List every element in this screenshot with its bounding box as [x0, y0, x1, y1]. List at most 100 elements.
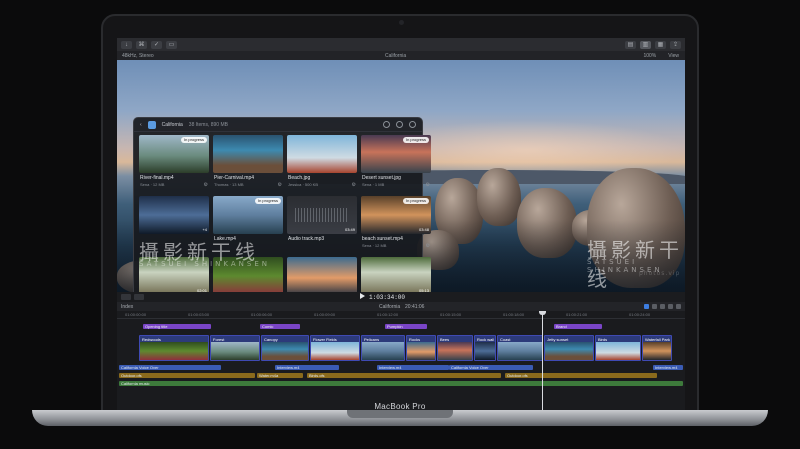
media-name: Audio track.mp3 [288, 236, 325, 242]
media-thumbnail [287, 257, 357, 292]
laptop-lid: ↓ ⌘ ✓ ▭ ▤ ▥ ▦ ⇪ 48kHz, Stereo California… [101, 14, 699, 416]
project-duration: 20:41:06 [405, 303, 425, 310]
viewer-options-icon[interactable] [121, 294, 131, 300]
status-badge: In progress [402, 198, 429, 204]
media-card[interactable]: Pier-Carnival.mp4 Thomas · 13 MB ⚙ [213, 135, 283, 189]
ruler-tick: 01:00:03:00 [188, 312, 210, 317]
voiceover-clip[interactable]: California Voice Over [449, 365, 533, 370]
media-meta: Sena · 1 MB [362, 182, 385, 187]
snapping-icon[interactable] [644, 304, 649, 309]
screen: ↓ ⌘ ✓ ▭ ▤ ▥ ▦ ⇪ 48kHz, Stereo California… [117, 38, 685, 412]
timeline-header: Index California 20:41:06 [117, 302, 685, 311]
title-clip[interactable]: Brand [554, 324, 602, 329]
refresh-icon[interactable] [383, 121, 390, 128]
media-card[interactable]: 03:49 Audio track.mp3 [287, 196, 357, 250]
timeline-ruler: 01:00:00:00 01:00:03:00 01:00:06:00 01:00:0… [117, 311, 685, 319]
clip-appearance-icon[interactable] [676, 304, 681, 309]
audio-skimming-icon[interactable] [660, 304, 665, 309]
media-thumbnail [287, 135, 357, 173]
media-name: beach sunset.mp4 [362, 236, 403, 242]
music-clip[interactable]: California music [119, 381, 683, 386]
ruler-tick: 01:00:12:00 [377, 312, 399, 317]
skimming-icon[interactable] [652, 304, 657, 309]
media-card[interactable]: In progress River-final.mp4 Sena · 12 MB ⚙ [139, 135, 209, 189]
video-clip[interactable]: Rocks [406, 335, 436, 361]
settings-icon[interactable]: ⚙ [426, 182, 430, 188]
keyword-icon[interactable]: ⌘ [136, 40, 147, 49]
settings-icon[interactable]: ⚙ [204, 182, 208, 188]
media-name: Pier-Carnival.mp4 [214, 175, 255, 181]
video-clip[interactable]: Bees [437, 335, 473, 361]
layout-icon[interactable]: ▤ [625, 40, 636, 49]
settings-icon[interactable]: ⚙ [352, 182, 356, 188]
video-clip[interactable]: Forest [210, 335, 260, 361]
video-clip[interactable]: Canopy [261, 335, 309, 361]
camera [399, 20, 404, 25]
clip-filmstrip [211, 342, 259, 360]
media-thumbnail: +4 [139, 196, 209, 234]
timeline: 01:00:00:00 01:00:03:00 01:00:06:00 01:00:0… [117, 311, 685, 412]
browser-header: ‹ California 38 Items, 890 MB [134, 118, 422, 132]
sound-effect-clip[interactable]: Outdoor.ofs [119, 373, 255, 378]
video-clip[interactable]: Birds [595, 335, 641, 361]
media-card[interactable]: In progress 03:48 beach sunset.mp4 Sena · 1… [361, 196, 431, 250]
base-notch [347, 410, 453, 418]
voiceover-clip[interactable]: Interview.m4 [653, 365, 683, 370]
voiceover-clip[interactable]: Interview.m4 [377, 365, 449, 370]
clip-filmstrip [475, 342, 495, 360]
status-badge: In progress [402, 137, 429, 143]
media-card[interactable]: 05:13 [361, 257, 431, 292]
grid-icon[interactable] [396, 121, 403, 128]
index-button[interactable]: Index [121, 304, 133, 310]
back-icon[interactable]: ‹ [140, 122, 142, 128]
video-clip[interactable]: Rock wall [474, 335, 496, 361]
media-thumbnail: In progress [361, 135, 431, 173]
media-thumbnail [213, 135, 283, 173]
export-icon[interactable]: ⇪ [670, 40, 681, 49]
media-thumbnail: In progress 03:48 [361, 196, 431, 234]
ruler-tick: 01:00:09:00 [314, 312, 336, 317]
app-icon [147, 120, 156, 129]
tool-icon[interactable] [134, 294, 144, 300]
video-clip[interactable]: Waterfall Park [642, 335, 672, 361]
media-grid: In progress River-final.mp4 Sena · 12 MB ⚙ P… [139, 135, 431, 292]
media-card[interactable]: Beach.jpg Jessica · 500 KB ⚙ [287, 135, 357, 189]
clip-filmstrip [643, 342, 671, 360]
clip-filmstrip [498, 342, 542, 360]
play-icon[interactable] [360, 293, 365, 299]
title-clip[interactable]: Pumpkin [385, 324, 427, 329]
media-meta: Sena · 12 MB [140, 182, 165, 187]
settings-icon[interactable]: ⚙ [426, 243, 430, 249]
video-clip[interactable]: Flower Fields [310, 335, 360, 361]
media-card[interactable] [287, 257, 357, 292]
sound-effect-clip[interactable]: Outdoor.ofs [505, 373, 657, 378]
duration-label: +4 [202, 227, 207, 232]
share-icon[interactable]: ▭ [166, 40, 177, 49]
solo-icon[interactable] [668, 304, 673, 309]
viewer-title: California [385, 52, 407, 59]
media-card[interactable]: In progress Desert sunset.jpg Sena · 1 MB ⚙ [361, 135, 431, 189]
playhead[interactable] [542, 311, 543, 412]
check-icon[interactable]: ✓ [151, 40, 162, 49]
clip-filmstrip [311, 342, 359, 360]
inspector-icon[interactable]: ▦ [655, 40, 666, 49]
video-clip[interactable]: Redwoods [139, 335, 209, 361]
media-meta: Sena · 12 MB [362, 243, 387, 248]
video-clip[interactable]: Jetty sunset [544, 335, 594, 361]
sound-effect-clip[interactable]: Water.m4a [257, 373, 303, 378]
voiceover-clip[interactable]: Interview.m4 [275, 365, 339, 370]
add-icon[interactable] [409, 121, 416, 128]
video-clip[interactable]: Pelicans [361, 335, 405, 361]
transport-bar: 1:03:34:00 [117, 292, 685, 302]
view-menu[interactable]: View [668, 53, 679, 59]
zoom-select[interactable]: 100% [643, 53, 656, 59]
video-clip[interactable]: Coast [497, 335, 543, 361]
title-clip[interactable]: Opening title [143, 324, 211, 329]
import-icon[interactable]: ↓ [121, 40, 132, 49]
waveform [295, 208, 349, 222]
viewer-toggle-icon[interactable]: ▥ [640, 40, 651, 49]
settings-icon[interactable]: ⚙ [278, 182, 282, 188]
voiceover-clip[interactable]: California Voice Over [119, 365, 221, 370]
sound-effect-clip[interactable]: Birds.ofs [307, 373, 501, 378]
title-clip[interactable]: Comic [260, 324, 300, 329]
